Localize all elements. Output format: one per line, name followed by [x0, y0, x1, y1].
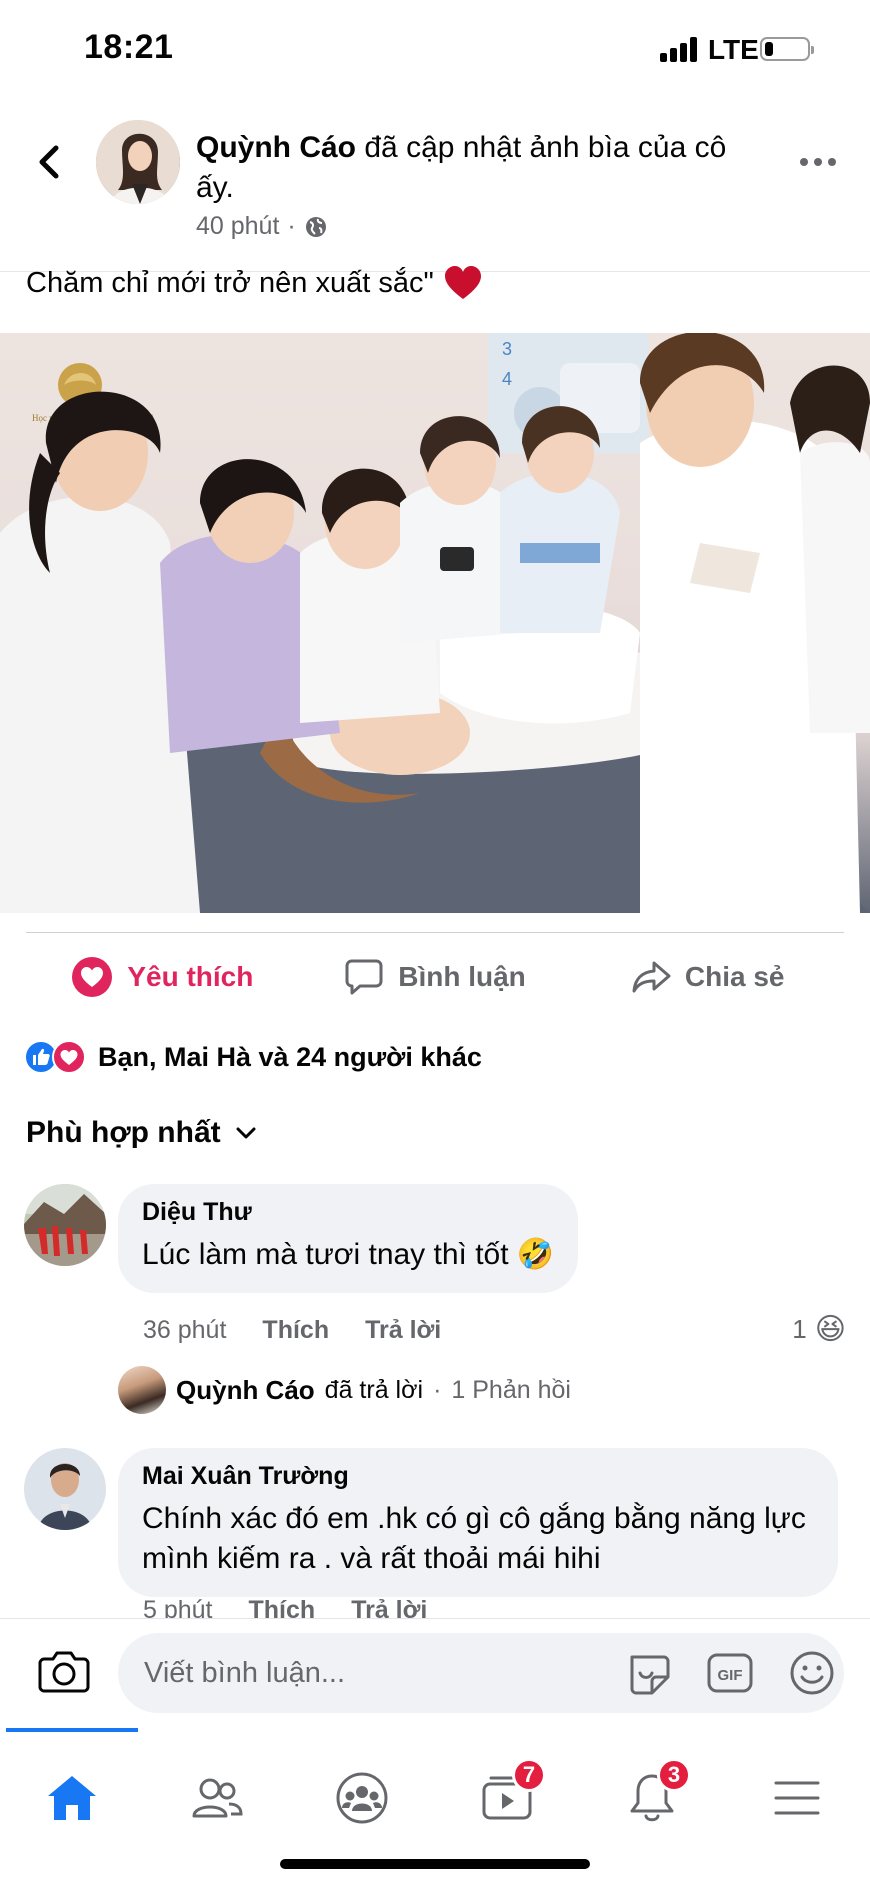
comment-label: Bình luận	[398, 960, 526, 992]
author-name[interactable]: Quỳnh Cáo	[196, 131, 356, 164]
post-time[interactable]: 40 phút	[196, 212, 279, 241]
comment-sort-dropdown[interactable]: Phù hợp nhất	[26, 1116, 257, 1150]
meta-separator: ·	[287, 212, 296, 240]
groups-icon	[336, 1772, 388, 1824]
post-photo[interactable]: 3 4 Học viện thẩm mỹ quốc tế MAYA	[0, 333, 870, 913]
reply-count: 1 Phản hồi	[451, 1375, 571, 1404]
love-reaction-icon	[52, 1040, 86, 1074]
battery-icon	[760, 37, 814, 61]
reply-separator: ·	[433, 1375, 442, 1404]
globe-icon	[305, 216, 326, 237]
reactions-text: Bạn, Mai Hà và 24 người khác	[98, 1041, 482, 1072]
composer-tools: GIF	[624, 1649, 836, 1697]
commenter-name[interactable]: Diệu Thư	[142, 1198, 554, 1227]
comment-meta: 36 phút Thích Trả lời	[143, 1316, 441, 1345]
commenter-avatar[interactable]	[24, 1184, 106, 1266]
reply-author-avatar	[118, 1366, 166, 1414]
post-caption: Chăm chỉ mới trở nên xuất sắc"	[26, 266, 482, 300]
svg-text:3: 3	[502, 339, 512, 359]
reactions-summary[interactable]: Bạn, Mai Hà và 24 người khác	[24, 1040, 482, 1074]
share-button[interactable]: Chia sẻ	[571, 959, 844, 995]
comment-reaction-number: 1	[792, 1314, 807, 1344]
nav-watch[interactable]: 7	[472, 1758, 546, 1828]
comment-reply-button[interactable]: Trả lời	[365, 1316, 441, 1345]
nav-home[interactable]	[37, 1768, 107, 1828]
more-horizontal-icon	[800, 158, 808, 166]
post-headline: Quỳnh Cáo đã cập nhật ảnh bìa của cô ấy.	[196, 128, 756, 208]
more-options-button[interactable]	[800, 152, 844, 172]
chevron-down-icon	[236, 1127, 256, 1139]
home-indicator	[280, 1859, 590, 1869]
sticker-icon[interactable]	[624, 1649, 672, 1697]
active-tab-indicator	[6, 1728, 138, 1732]
commenter-avatar[interactable]	[24, 1448, 106, 1530]
comment-icon	[345, 959, 383, 994]
reply-action: đã trả lời	[324, 1375, 424, 1404]
nav-groups[interactable]	[327, 1768, 397, 1828]
caption-text: Chăm chỉ mới trở nên xuất sắc"	[26, 266, 434, 299]
notifications-badge: 3	[657, 1758, 691, 1792]
share-label: Chia sẻ	[684, 960, 785, 992]
network-type: LTE	[708, 34, 759, 65]
comment-bubble[interactable]: Mai Xuân Trường Chính xác đó em .hk có g…	[118, 1448, 838, 1597]
love-reaction-icon	[72, 956, 113, 997]
emoji-icon[interactable]	[788, 1649, 836, 1697]
back-button[interactable]	[30, 140, 70, 184]
comment-reaction-count[interactable]: 1 😆	[792, 1312, 846, 1347]
watch-badge: 7	[512, 1758, 546, 1792]
battery-level	[765, 42, 773, 56]
comment-text: Chính xác đó em .hk có gì cô gắng bằng n…	[142, 1502, 806, 1575]
reply-summary[interactable]: Quỳnh Cáo đã trả lời · 1 Phản hồi	[118, 1366, 571, 1414]
svg-text:GIF: GIF	[718, 1667, 743, 1684]
comment-like-button[interactable]: Thích	[262, 1316, 329, 1345]
like-label: Yêu thích	[127, 960, 254, 992]
nav-menu[interactable]	[762, 1768, 832, 1828]
comment-bubble[interactable]: Diệu Thư Lúc làm mà tươi tnay thì tốt 🤣	[118, 1184, 579, 1293]
sort-label: Phù hợp nhất	[26, 1116, 221, 1149]
commenter-name[interactable]: Mai Xuân Trường	[142, 1462, 814, 1491]
menu-icon	[774, 1781, 820, 1815]
chevron-left-icon	[39, 145, 59, 179]
gif-icon[interactable]: GIF	[706, 1649, 754, 1697]
haha-emoji-icon: 😆	[814, 1313, 846, 1346]
svg-text:4: 4	[502, 369, 512, 389]
author-avatar[interactable]	[96, 120, 180, 204]
comment-composer: GIF	[0, 1618, 870, 1728]
photo-illustration: 3 4 Học viện thẩm mỹ quốc tế MAYA	[0, 333, 870, 913]
status-time: 18:21	[84, 28, 174, 66]
post-header: Quỳnh Cáo đã cập nhật ảnh bìa của cô ấy.…	[0, 100, 870, 272]
camera-button[interactable]	[38, 1649, 90, 1693]
home-icon	[48, 1776, 96, 1820]
reaction-icons	[24, 1040, 86, 1074]
signal-icon	[660, 36, 700, 62]
post-actions: Yêu thích Bình luận Chia sẻ	[26, 932, 844, 1020]
status-bar: 18:21 LTE	[0, 0, 870, 100]
share-icon	[632, 961, 671, 992]
heart-emoji-icon	[444, 266, 481, 299]
like-button[interactable]: Yêu thích	[26, 956, 299, 998]
reply-author-name: Quỳnh Cáo	[176, 1374, 315, 1405]
friends-icon	[192, 1778, 243, 1818]
comment-button[interactable]: Bình luận	[299, 958, 572, 996]
nav-friends[interactable]	[182, 1768, 252, 1828]
comment-text: Lúc làm mà tươi tnay thì tốt 🤣	[142, 1238, 555, 1271]
post-meta: 40 phút ·	[196, 212, 328, 241]
nav-notifications[interactable]: 3	[617, 1758, 691, 1828]
comment-time: 36 phút	[143, 1316, 227, 1344]
camera-icon	[38, 1651, 90, 1693]
